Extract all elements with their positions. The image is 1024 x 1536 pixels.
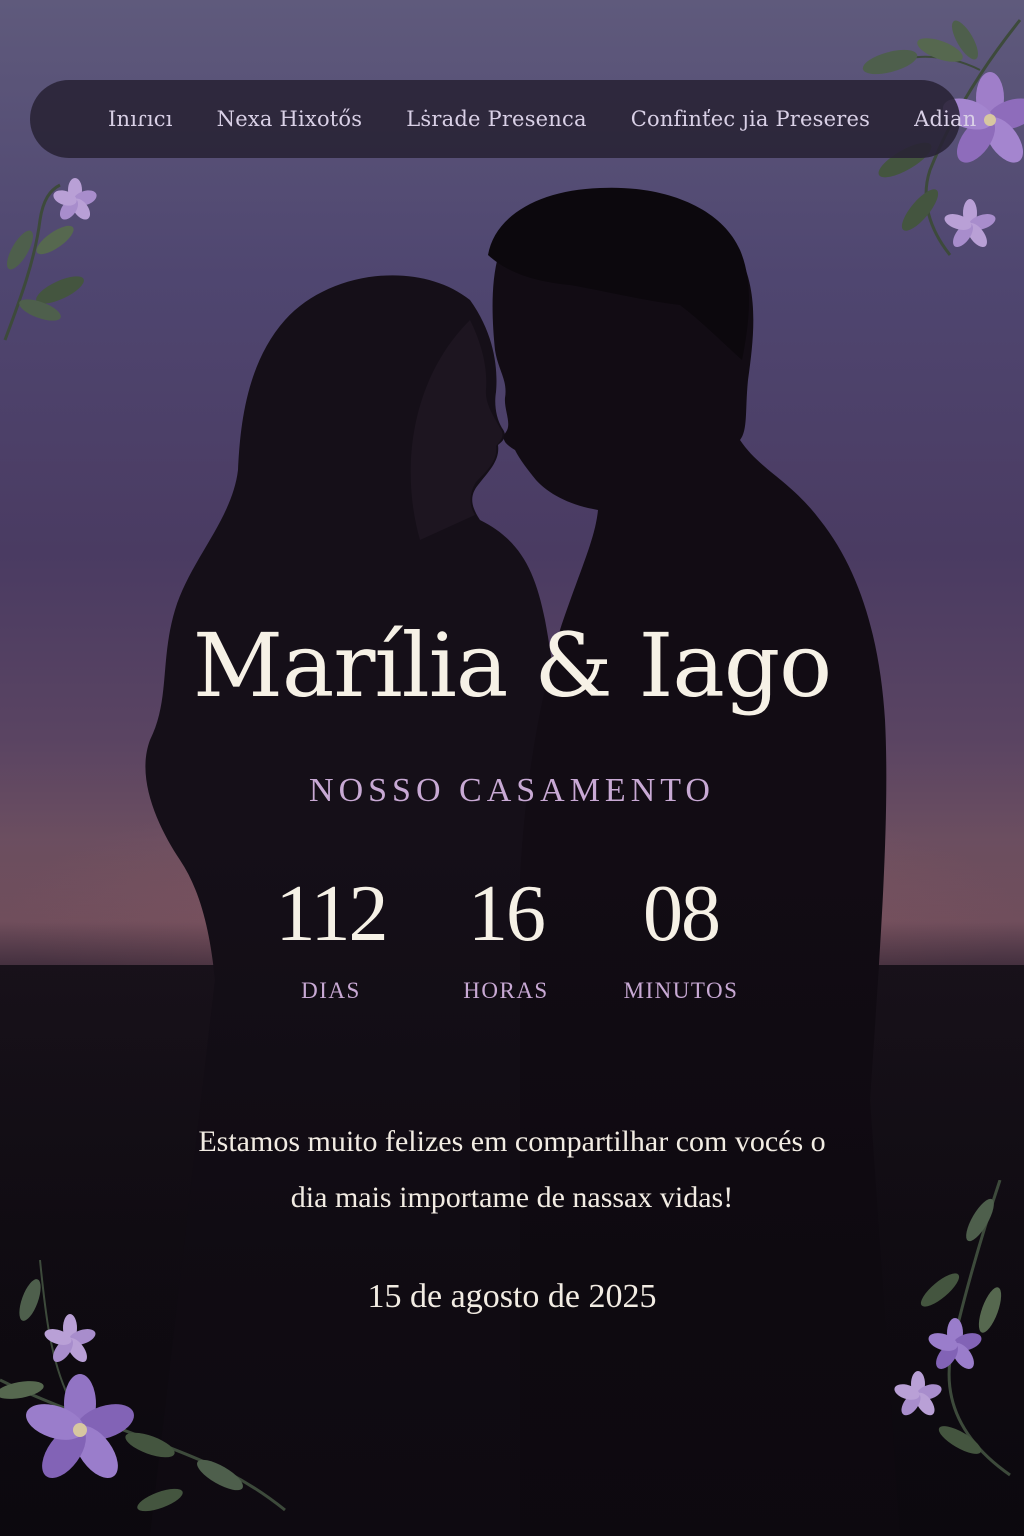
floral-bottom-right-icon <box>894 1180 1011 1477</box>
countdown-days-label: DIAS <box>301 978 361 1003</box>
countdown-minutes-label: MINUTOS <box>623 978 739 1003</box>
countdown-hours-value: 16 <box>468 870 546 958</box>
countdown: 112 DIAS 16 HORAS 08 MINUTOS <box>0 870 1024 1030</box>
countdown-hours-label: HORAS <box>463 978 549 1003</box>
countdown-days: 112 DIAS <box>241 870 421 1004</box>
welcome-message-line-1: Estamos muito felizes em compartilhar co… <box>198 1125 826 1158</box>
nav-item-inicio[interactable]: Inıɾıcı <box>108 107 173 131</box>
hero-subtitle: NOSSO CASAMENTO <box>309 772 715 809</box>
floral-top-left-icon <box>3 178 97 341</box>
nav-item-confirmacao-presenca[interactable]: Confinťec ȷia Preseres <box>631 107 870 131</box>
countdown-minutes-value: 08 <box>643 870 721 958</box>
welcome-message-line-2: dia mais importame de nassax vidas! <box>290 1180 734 1214</box>
nav-item-nossa-historia[interactable]: Nexa Hixotős <box>217 107 363 131</box>
couple-names-title: Marília & Iago <box>192 614 832 717</box>
countdown-hours: 16 HORAS <box>416 870 596 1004</box>
wedding-page: Inıɾıcı Nexa Hixotős Lṡrade Presenca Con… <box>0 0 1024 1536</box>
top-navigation: Inıɾıcı Nexa Hixotős Lṡrade Presenca Con… <box>30 80 976 158</box>
countdown-minutes: 08 MINUTOS <box>591 870 771 1004</box>
countdown-days-value: 112 <box>275 870 388 958</box>
nav-item-lista-presentes[interactable]: Lṡrade Presenca <box>406 107 586 131</box>
nav-item-admin[interactable]: Adian <box>914 107 976 131</box>
welcome-message: Estamos muito felizes em compartilhar co… <box>80 1114 944 1225</box>
event-date: 15 de agosto de 2025 <box>367 1278 657 1315</box>
